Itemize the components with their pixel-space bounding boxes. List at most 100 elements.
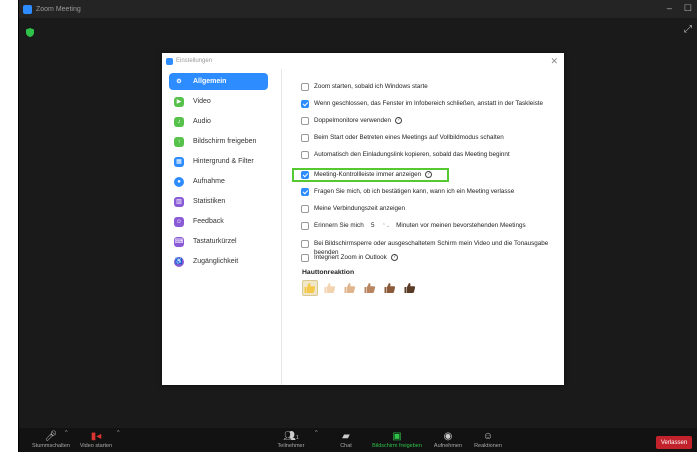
option-row[interactable]: Erinnern Sie mich 5 ⌃⌄ Minuten vor meine… <box>301 222 526 231</box>
thumbs-up-icon[interactable] <box>402 280 418 296</box>
help-icon[interactable]: ? <box>425 171 433 178</box>
keyboard-icon: ⌨ <box>174 236 184 247</box>
reminder-minutes-stepper[interactable]: 5 <box>367 222 379 231</box>
sidebar-item-label: Aufnahme <box>193 178 225 185</box>
share-screen-button[interactable]: ▣ Bildschirm freigeben <box>365 430 429 449</box>
help-icon[interactable]: ? <box>390 254 398 261</box>
sidebar-item-video[interactable]: ▶ Video <box>169 93 268 110</box>
option-label: Automatisch den Einladungslink kopieren,… <box>314 151 510 158</box>
statistics-icon: ▥ <box>174 196 184 207</box>
sidebar-item-hintergrund-filter[interactable]: ▦ Hintergrund & Filter <box>169 153 268 170</box>
video-options-chevron-icon[interactable]: ^ <box>117 430 120 436</box>
checkbox[interactable] <box>301 240 309 248</box>
leave-button[interactable]: Verlassen <box>656 436 692 449</box>
general-settings-panel: Zoom starten, sobald ich Windows starte … <box>284 69 564 385</box>
option-row[interactable]: Zoom starten, sobald ich Windows starte <box>301 83 428 92</box>
share-screen-icon: ▣ <box>392 431 402 442</box>
share-screen-label: Bildschirm freigeben <box>372 443 422 449</box>
reactions-button[interactable]: ☺︎ Reaktionen <box>469 430 507 449</box>
stepper-arrows-icon[interactable]: ⌃⌄ <box>382 222 390 231</box>
sidebar-item-zugaenglichkeit[interactable]: ♿ Zugänglichkeit <box>169 253 268 270</box>
option-row[interactable]: Meeting-Kontrollleiste immer anzeigen ? <box>301 171 433 180</box>
skin-tone-heading: Hauttonreaktion <box>302 269 355 276</box>
title-bar: Zoom Meeting – ☐ <box>19 0 697 18</box>
settings-title-bar: Einstellungen <box>162 53 564 69</box>
video-off-icon: ▮◂ <box>90 431 102 442</box>
option-row[interactable]: Fragen Sie mich, ob ich bestätigen kann,… <box>301 188 514 197</box>
record-label: Aufnehmen <box>433 443 463 449</box>
meeting-toolbar: 🎤︎ Stummschalten ^ ▮◂ Video starten ^ 👥︎… <box>19 428 697 452</box>
sidebar-item-statistiken[interactable]: ▥ Statistiken <box>169 193 268 210</box>
option-row[interactable]: Doppelmonitore verwenden ? <box>301 117 403 126</box>
thumbs-up-icon[interactable] <box>322 280 338 296</box>
feedback-icon: ☺ <box>174 216 184 227</box>
window-title: Zoom Meeting <box>36 5 81 13</box>
background-icon: ▦ <box>174 156 184 167</box>
start-video-label: Video starten <box>79 443 113 449</box>
chat-button[interactable]: ▰ Chat <box>331 430 361 449</box>
checkbox[interactable] <box>301 117 309 125</box>
participants-icon: 👥︎1 <box>283 431 299 442</box>
sidebar-item-label: Hintergrund & Filter <box>193 158 254 165</box>
skin-tone-picker <box>302 280 418 296</box>
close-icon[interactable]: ✕ <box>550 56 558 67</box>
record-icon: ● <box>174 176 184 187</box>
sidebar-item-tastaturkuerzel[interactable]: ⌨ Tastaturkürzel <box>169 233 268 250</box>
zoom-app-icon <box>166 57 173 65</box>
reactions-icon: ☺︎ <box>482 431 494 442</box>
start-video-button[interactable]: ▮◂ Video starten <box>75 430 117 449</box>
thumbs-up-icon[interactable] <box>342 280 358 296</box>
share-screen-icon: ↑ <box>174 136 184 147</box>
checkbox[interactable] <box>301 83 309 91</box>
sidebar-item-label: Bildschirm freigeben <box>193 138 257 145</box>
option-row[interactable]: Wenn geschlossen, das Fenster im Infober… <box>301 100 543 109</box>
checkbox[interactable] <box>301 171 309 179</box>
sidebar-item-label: Tastaturkürzel <box>193 238 237 245</box>
participants-count: 1 <box>295 435 299 441</box>
checkbox[interactable] <box>301 205 309 213</box>
option-label: Fragen Sie mich, ob ich bestätigen kann,… <box>314 188 515 195</box>
sidebar-item-aufnahme[interactable]: ● Aufnahme <box>169 173 268 190</box>
option-row[interactable]: Integriert Zoom in Outlook ? <box>301 254 398 263</box>
record-button[interactable]: ◉ Aufnehmen <box>430 430 466 449</box>
settings-title: Einstellungen <box>176 58 213 64</box>
option-label-before: Erinnern Sie mich <box>314 222 364 229</box>
option-row[interactable]: Automatisch den Einladungslink kopieren,… <box>301 151 510 160</box>
participants-button[interactable]: 👥︎1 Teilnehmer <box>271 430 311 449</box>
checkbox[interactable] <box>301 188 309 196</box>
checkbox[interactable] <box>301 134 309 142</box>
window-controls: – ☐ <box>667 3 692 14</box>
audio-options-chevron-icon[interactable]: ^ <box>65 430 68 436</box>
settings-sidebar: ⚙ Allgemein ▶ Video ♪ Audio ↑ Bildschirm… <box>162 69 282 385</box>
option-row[interactable]: Beim Start oder Betreten eines Meetings … <box>301 134 504 143</box>
thumbs-up-icon[interactable] <box>302 280 318 296</box>
option-label: Beim Start oder Betreten eines Meetings … <box>314 134 504 141</box>
sidebar-item-allgemein[interactable]: ⚙ Allgemein <box>169 73 268 90</box>
headphones-icon: ♪ <box>174 116 184 127</box>
thumbs-up-icon[interactable] <box>362 280 378 296</box>
participants-chevron-icon[interactable]: ^ <box>315 430 318 436</box>
fullscreen-icon[interactable]: ⤢ <box>684 24 692 35</box>
maximize-icon[interactable]: ☐ <box>684 3 692 14</box>
checkbox[interactable] <box>301 100 309 108</box>
option-row[interactable]: Meine Verbindungszeit anzeigen <box>301 205 405 214</box>
sidebar-item-label: Feedback <box>193 218 224 225</box>
thumbs-up-icon[interactable] <box>382 280 398 296</box>
sidebar-item-feedback[interactable]: ☺ Feedback <box>169 213 268 230</box>
record-icon: ◉ <box>443 431 453 442</box>
sidebar-item-label: Audio <box>193 118 211 125</box>
sidebar-item-label: Allgemein <box>193 78 227 85</box>
security-shield-icon[interactable] <box>26 24 34 42</box>
mute-label: Stummschalten <box>32 443 70 449</box>
checkbox[interactable] <box>301 151 309 159</box>
minimize-icon[interactable]: – <box>667 3 672 14</box>
checkbox[interactable] <box>301 222 309 230</box>
option-label: Meine Verbindungszeit anzeigen <box>314 205 406 212</box>
option-label: Wenn geschlossen, das Fenster im Infober… <box>314 100 544 107</box>
sidebar-item-audio[interactable]: ♪ Audio <box>169 113 268 130</box>
checkbox[interactable] <box>301 254 309 262</box>
help-icon[interactable]: ? <box>395 117 403 124</box>
zoom-app-icon <box>23 4 32 14</box>
sidebar-item-bildschirm-freigeben[interactable]: ↑ Bildschirm freigeben <box>169 133 268 150</box>
option-label: Meeting-Kontrollleiste immer anzeigen <box>314 171 422 178</box>
